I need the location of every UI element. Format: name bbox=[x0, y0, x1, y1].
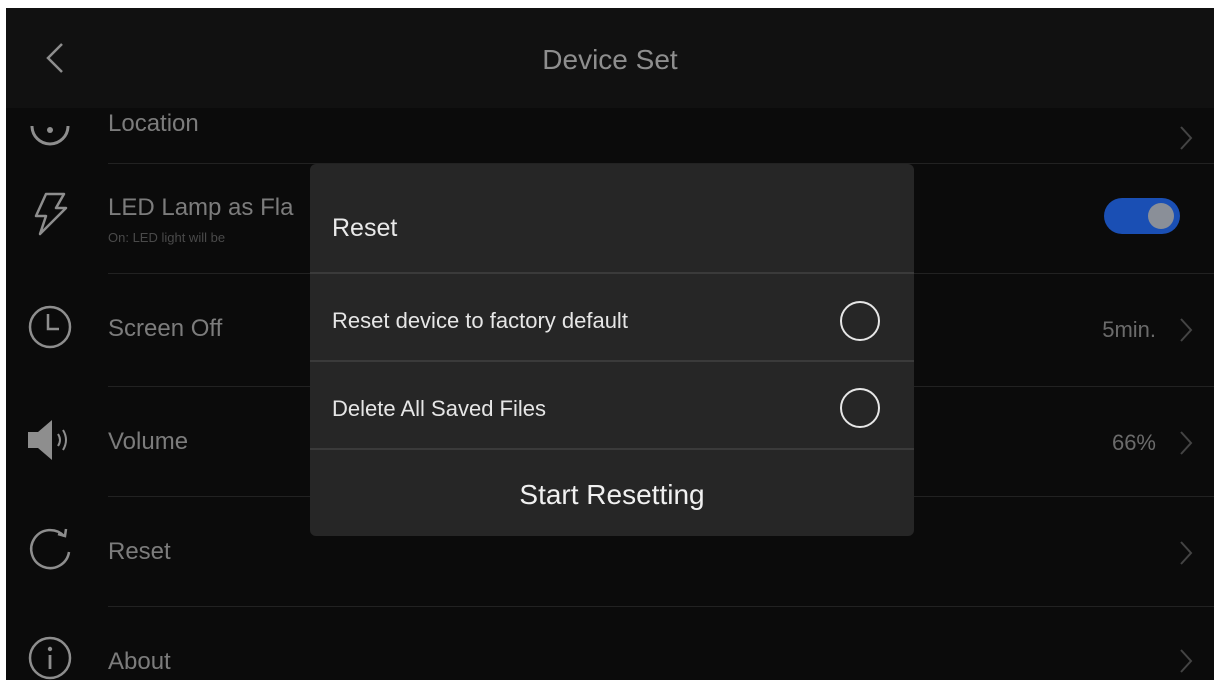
flash-icon bbox=[34, 192, 68, 236]
led-lamp-toggle[interactable] bbox=[1104, 198, 1180, 234]
settings-item-label: Location bbox=[108, 110, 199, 137]
screen-off-value: 5min. bbox=[1102, 317, 1156, 342]
toggle-knob bbox=[1148, 203, 1174, 229]
dialog-divider bbox=[310, 360, 914, 362]
page-title: Device Set bbox=[542, 44, 678, 75]
chevron-right-icon bbox=[1180, 649, 1193, 673]
option-label: Delete All Saved Files bbox=[332, 396, 546, 421]
settings-item-label: LED Lamp as Fla bbox=[108, 194, 294, 221]
device-settings-screen: Device Set Location LED Lamp as Fla On: … bbox=[6, 8, 1214, 680]
start-resetting-button[interactable]: Start Resetting bbox=[310, 456, 914, 536]
dialog-title: Reset bbox=[332, 214, 398, 242]
chevron-right-icon bbox=[1180, 431, 1193, 455]
delete-files-radio[interactable] bbox=[840, 388, 880, 428]
factory-reset-radio[interactable] bbox=[840, 301, 880, 341]
volume-value: 66% bbox=[1111, 430, 1156, 455]
dialog-divider bbox=[310, 448, 914, 450]
location-pin-icon bbox=[30, 125, 70, 146]
reset-icon bbox=[29, 528, 71, 570]
clock-icon bbox=[28, 305, 72, 349]
dialog-divider bbox=[310, 272, 914, 274]
top-bar: Device Set bbox=[6, 8, 1214, 108]
info-icon bbox=[28, 636, 72, 680]
settings-item-about[interactable]: About bbox=[6, 606, 1214, 680]
speaker-icon bbox=[28, 420, 67, 460]
settings-item-label: Volume bbox=[108, 428, 189, 455]
settings-item-label: Screen Off bbox=[108, 315, 223, 342]
reset-dialog: Reset Reset device to factory default De… bbox=[310, 164, 914, 536]
settings-item-label: Reset bbox=[108, 538, 171, 565]
chevron-right-icon bbox=[1180, 318, 1193, 342]
chevron-right-icon bbox=[1180, 126, 1193, 150]
settings-item-label: About bbox=[108, 648, 171, 675]
option-label: Reset device to factory default bbox=[332, 308, 628, 333]
settings-item-description: On: LED light will be bbox=[108, 230, 226, 245]
chevron-right-icon bbox=[1180, 541, 1193, 565]
